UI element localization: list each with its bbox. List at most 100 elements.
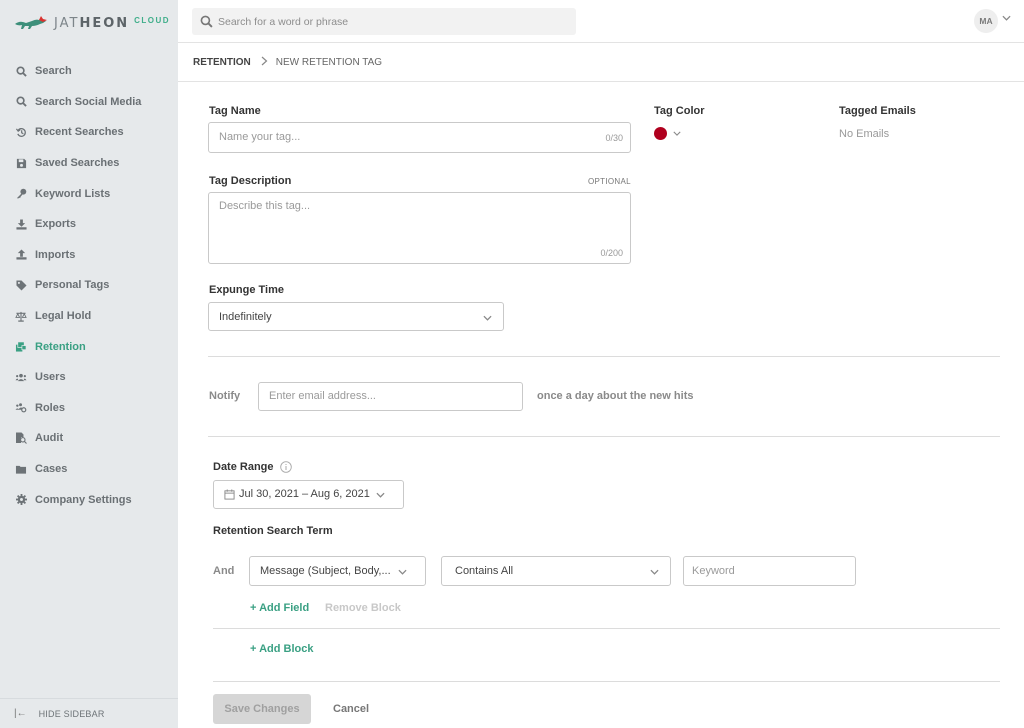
tag-description-counter: 0/200 [600,248,623,258]
remove-block-button[interactable]: Remove Block [325,602,401,614]
audit-icon [15,432,27,445]
sidebar-item-recent-searches[interactable]: Recent Searches [0,117,178,148]
search-input[interactable] [218,15,558,28]
brand-suffix: CLOUD [134,15,171,25]
sidebar-item-label: Imports [35,248,76,261]
field-select-value: Message (Subject, Body,... [260,565,391,577]
sidebar-item-users[interactable]: Users [0,362,178,393]
jatheon-logo[interactable]: JATHEON CLOUD [14,12,170,34]
sidebar-item-label: Recent Searches [35,126,124,139]
block-divider [213,628,1000,629]
add-field-button[interactable]: + Add Field [250,602,309,614]
sidebar-item-personal-tags[interactable]: Personal Tags [0,270,178,301]
tag-name-field[interactable]: 0/30 [208,122,631,153]
notify-label: Notify [209,390,241,402]
chevron-down-icon[interactable] [1002,15,1011,21]
tag-name-label: Tag Name [209,105,261,117]
breadcrumb-current: NEW RETENTION TAG [275,57,383,68]
sidebar-item-label: Keyword Lists [35,187,111,200]
global-search[interactable] [192,8,576,35]
add-block-button[interactable]: + Add Block [250,643,313,655]
condition-select[interactable]: Contains All [441,556,671,586]
tag-color-label: Tag Color [654,105,705,117]
date-range-value: Jul 30, 2021 – Aug 6, 2021 [239,488,370,500]
fox-logo-icon [15,16,47,29]
sidebar-item-imports[interactable]: Imports [0,240,178,271]
sidebar-item-company-settings[interactable]: Company Settings [0,484,178,515]
sidebar-item-cases[interactable]: Cases [0,454,178,485]
hide-sidebar-label: HIDE SIDEBAR [38,708,105,719]
tag-name-input[interactable] [219,131,589,143]
download-icon [15,218,27,230]
user-avatar[interactable]: MA [974,9,998,33]
sidebar-item-audit[interactable]: Audit [0,423,178,454]
sidebar-item-label: Search Social Media [35,95,142,108]
retention-icon [15,341,27,353]
chevron-down-icon [673,131,681,136]
breadcrumb-retention-link[interactable]: RETENTION [193,57,251,68]
tag-description-textarea[interactable] [219,200,619,240]
section-divider [208,356,1000,357]
sidebar-item-label: Company Settings [35,493,132,506]
search-icon [200,15,213,28]
cancel-button[interactable]: Cancel [322,694,380,724]
chevron-down-icon [376,492,385,498]
floppy-disk-icon [15,157,27,169]
sidebar-item-search-social-media[interactable]: Search Social Media [0,87,178,118]
roles-icon [15,402,27,414]
sidebar-item-legal-hold[interactable]: Legal Hold [0,301,178,332]
keyword-field[interactable] [683,556,856,586]
calendar-icon [224,489,235,500]
breadcrumb: RETENTION NEW RETENTION TAG [178,44,1024,82]
sidebar: JATHEON CLOUD Search Search Social Media… [0,0,178,728]
optional-label: OPTIONAL [588,177,631,186]
date-range-label: Date Range [213,461,274,473]
tagged-emails-label: Tagged Emails [839,105,916,117]
sidebar-item-label: Legal Hold [35,310,92,323]
keyword-input[interactable] [692,565,847,577]
actions-divider [213,681,1000,682]
save-changes-button[interactable]: Save Changes [213,694,311,724]
scale-icon [15,310,27,322]
sidebar-item-label: Audit [35,432,64,445]
notify-email-input[interactable] [269,390,509,402]
sidebar-item-search[interactable]: Search [0,56,178,87]
sidebar-item-label: Search [35,65,72,78]
gear-icon [15,494,27,506]
tag-icon [15,279,27,291]
sidebar-item-retention[interactable]: Retention [0,331,178,362]
sidebar-item-keyword-lists[interactable]: Keyword Lists [0,178,178,209]
sidebar-item-label: Retention [35,340,86,353]
collapse-left-icon: |← [14,708,27,719]
upload-icon [15,249,27,261]
sidebar-item-label: Users [35,371,66,384]
sidebar-item-label: Personal Tags [35,279,110,292]
info-icon[interactable] [280,461,292,473]
section-divider [208,436,1000,437]
expunge-time-select[interactable]: Indefinitely [208,302,504,331]
tag-description-field[interactable]: 0/200 [208,192,631,264]
notify-suffix: once a day about the new hits [537,390,694,402]
tagged-emails-value: No Emails [839,128,890,140]
chevron-down-icon [483,315,492,321]
brand-name: JATHEON [54,15,130,31]
search-icon [15,65,27,77]
sidebar-item-saved-searches[interactable]: Saved Searches [0,148,178,179]
tag-color-picker[interactable] [654,127,686,141]
sidebar-item-label: Roles [35,401,65,414]
retention-search-term-label: Retention Search Term [213,525,333,537]
top-bar: MA [178,0,1024,43]
date-range-picker[interactable]: Jul 30, 2021 – Aug 6, 2021 [213,480,404,509]
sidebar-item-roles[interactable]: Roles [0,393,178,424]
operator-label: And [213,565,235,577]
sidebar-item-exports[interactable]: Exports [0,209,178,240]
hide-sidebar-button[interactable]: |← HIDE SIDEBAR [0,698,178,728]
sidebar-item-label: Cases [35,463,68,476]
notify-email-field[interactable] [258,382,523,411]
sidebar-item-label: Exports [35,218,76,231]
expunge-time-value: Indefinitely [219,311,272,323]
field-select[interactable]: Message (Subject, Body,... [249,556,426,586]
condition-select-value: Contains All [455,565,514,577]
sidebar-nav: Search Search Social Media Recent Search… [0,56,178,515]
chevron-down-icon [650,569,659,575]
